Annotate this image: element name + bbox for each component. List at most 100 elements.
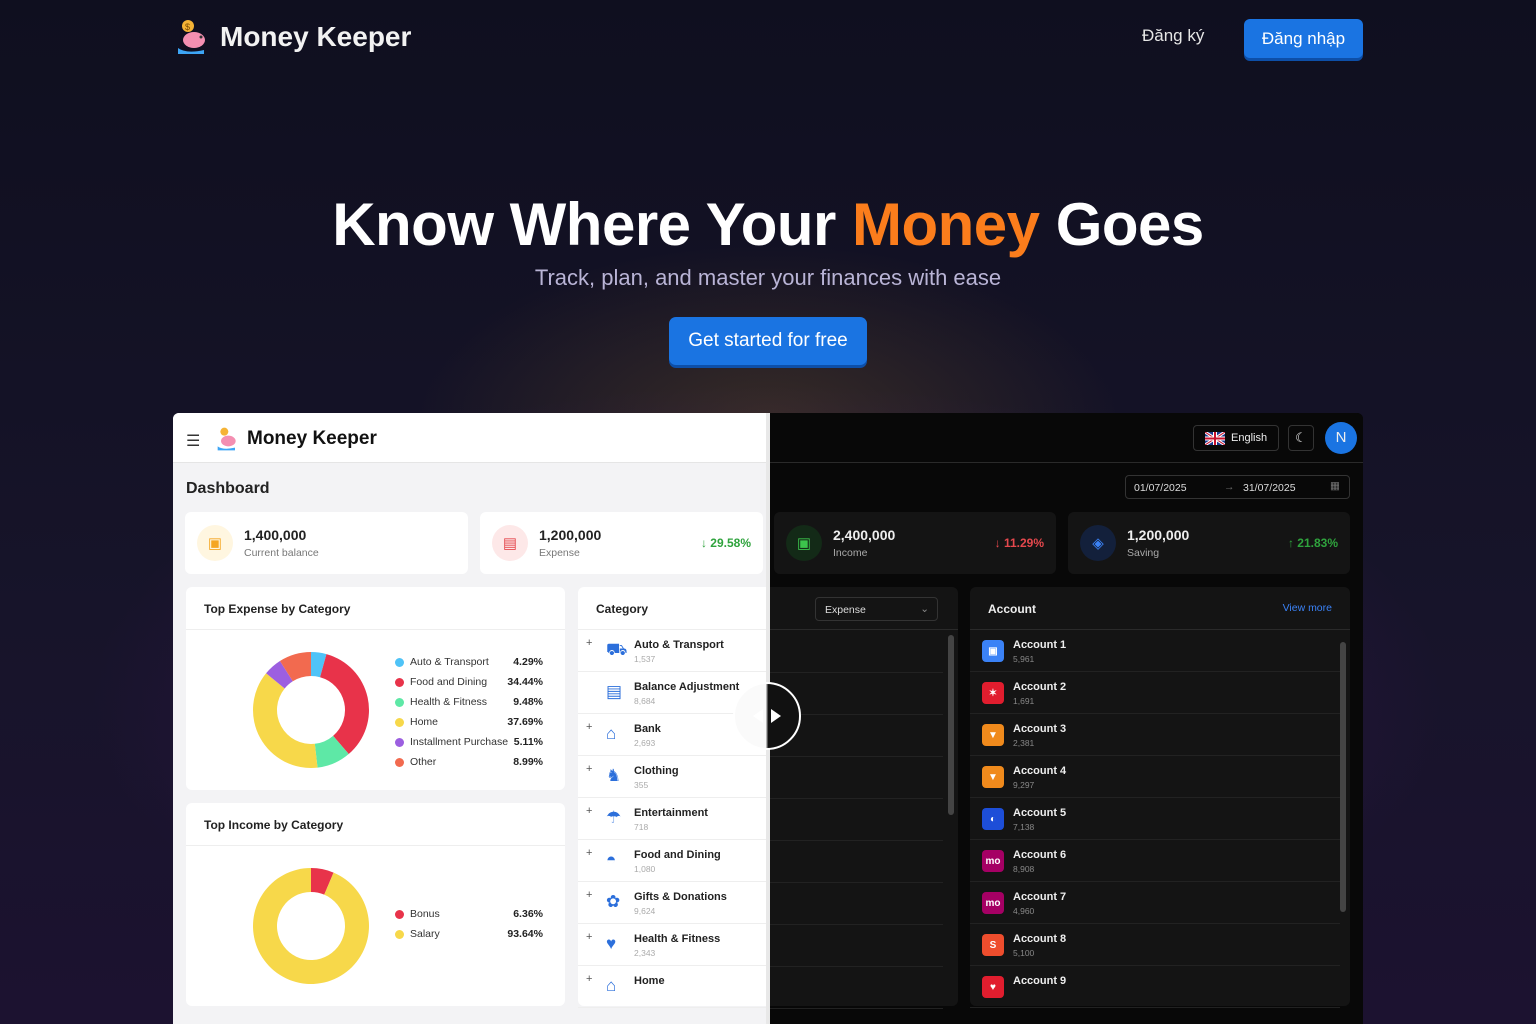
- stat-change: ↓ 11.29%: [995, 536, 1044, 550]
- panel-title: Top Income by Category: [204, 818, 344, 832]
- legend-item[interactable]: Installment Purchase 5.11%: [395, 736, 543, 748]
- stat-label: Saving: [1127, 547, 1160, 559]
- stat-change-value: 29.58%: [710, 536, 751, 550]
- stat-card-saving: ◈ 1,200,000 Saving ↑ 21.83%: [1068, 512, 1350, 574]
- account-item[interactable]: ◐ Account 5 7,138: [970, 798, 1340, 840]
- piggy-bank-icon: $: [178, 20, 205, 54]
- legend-label: Other: [410, 756, 437, 768]
- expand-icon[interactable]: +: [586, 973, 592, 985]
- gift-icon: ✿: [606, 892, 621, 911]
- legend-item[interactable]: Bonus 6.36%: [395, 908, 543, 920]
- compare-slider-handle[interactable]: [733, 682, 801, 750]
- login-button[interactable]: Đăng nhập: [1244, 19, 1363, 58]
- app-brand[interactable]: Money Keeper: [215, 426, 377, 452]
- date-to[interactable]: 31/07/2025: [1243, 482, 1296, 494]
- legend-item[interactable]: Home 37.69%: [395, 716, 543, 728]
- expand-icon[interactable]: +: [586, 889, 592, 901]
- date-range-picker[interactable]: 01/07/2025 → 31/07/2025 ▦: [1125, 475, 1350, 499]
- legend-value: 9.48%: [513, 696, 543, 708]
- chevron-down-icon: ⌄: [920, 603, 929, 615]
- account-item[interactable]: ▣ Account 1 5,961: [970, 630, 1340, 672]
- arrow-down-icon: ↓: [700, 536, 711, 550]
- user-avatar[interactable]: N: [1325, 422, 1357, 454]
- account-balance: 8,908: [1013, 864, 1035, 874]
- row-divider: [768, 840, 943, 841]
- account-balance: 2,381: [1013, 738, 1035, 748]
- scrollbar[interactable]: [948, 635, 954, 815]
- expand-icon[interactable]: +: [586, 637, 592, 649]
- stat-change-value: 11.29%: [1003, 536, 1044, 550]
- category-count: 8,684: [634, 696, 656, 706]
- legend-swatch: [395, 757, 404, 767]
- legend-item[interactable]: Auto & Transport 4.29%: [395, 656, 543, 668]
- account-item[interactable]: mo Account 7 4,960: [970, 882, 1340, 924]
- stat-value: 2,400,000: [833, 527, 896, 543]
- category-item[interactable]: + ☂ Entertainment 718: [578, 798, 768, 840]
- category-item[interactable]: + ◓ Food and Dining 1,080: [578, 840, 768, 882]
- expense-icon: ▤: [492, 525, 528, 561]
- stat-value: 1,400,000: [244, 527, 307, 543]
- expand-icon[interactable]: +: [586, 847, 592, 859]
- language-selector[interactable]: English: [1193, 425, 1279, 451]
- account-name: Account 2: [1013, 681, 1067, 693]
- account-name: Account 3: [1013, 723, 1067, 735]
- view-more-link[interactable]: View more: [1283, 602, 1332, 614]
- dark-theme-preview: English ☾ N 01/07/2025 → 31/07/2025 ▦ ▣ …: [768, 413, 1363, 1024]
- category-count: 9,624: [634, 906, 656, 916]
- legend-value: 93.64%: [507, 928, 543, 940]
- category-name: Food and Dining: [634, 849, 721, 861]
- scrollbar[interactable]: [1340, 642, 1346, 912]
- legend-item[interactable]: Food and Dining 34.44%: [395, 676, 543, 688]
- stat-change-value: 21.83%: [1297, 536, 1338, 550]
- category-count: 1,537: [634, 654, 656, 664]
- account-item[interactable]: ♥ Account 9: [970, 966, 1340, 1008]
- category-type-select[interactable]: Expense ⌄: [815, 597, 938, 621]
- register-button[interactable]: Đăng ký: [1142, 26, 1204, 46]
- shirt-icon: ♞: [606, 766, 622, 785]
- legend-value: 4.29%: [513, 656, 543, 668]
- account-name: Account 1: [1013, 639, 1067, 651]
- legend-item[interactable]: Salary 93.64%: [395, 928, 543, 940]
- legend-swatch: [395, 677, 404, 687]
- legend-label: Home: [410, 716, 439, 728]
- category-name: Balance Adjustment: [634, 681, 740, 693]
- expand-icon[interactable]: +: [586, 721, 592, 733]
- moon-icon: ☾: [1295, 430, 1307, 445]
- divider: [186, 845, 565, 846]
- donut-slice[interactable]: [320, 654, 369, 755]
- momo-icon: mo: [982, 892, 1004, 914]
- legend-item[interactable]: Other 8.99%: [395, 756, 543, 768]
- home-icon: ⌂: [606, 976, 617, 995]
- account-item[interactable]: S Account 8 5,100: [970, 924, 1340, 966]
- category-panel-dark: Expense ⌄: [768, 587, 958, 1009]
- get-started-button[interactable]: Get started for free: [669, 317, 867, 365]
- category-item[interactable]: + ⛟ Auto & Transport 1,537: [578, 630, 768, 672]
- category-item[interactable]: + ♞ Clothing 355: [578, 756, 768, 798]
- category-item[interactable]: + ⌂ Home: [578, 966, 768, 1008]
- account-item[interactable]: ✶ Account 2 1,691: [970, 672, 1340, 714]
- category-item[interactable]: + ♥ Health & Fitness 2,343: [578, 924, 768, 966]
- account-item[interactable]: ▼ Account 4 9,297: [970, 756, 1340, 798]
- donut-slice[interactable]: [253, 868, 369, 984]
- category-name: Gifts & Donations: [634, 891, 727, 903]
- legend-value: 34.44%: [507, 676, 543, 688]
- stat-value: 1,200,000: [539, 527, 602, 543]
- account-item[interactable]: mo Account 6 8,908: [970, 840, 1340, 882]
- account-name: Account 5: [1013, 807, 1067, 819]
- account-item[interactable]: ▼ Account 3 2,381: [970, 714, 1340, 756]
- pay-icon: ♥: [982, 976, 1004, 998]
- hero-title-start: Know Where Your: [332, 191, 853, 258]
- expand-icon[interactable]: +: [586, 805, 592, 817]
- account-name: Account 8: [1013, 933, 1067, 945]
- brand-logo[interactable]: $ Money Keeper: [174, 18, 411, 56]
- hamburger-menu-icon[interactable]: ☰: [186, 431, 200, 451]
- expand-icon[interactable]: +: [586, 931, 592, 943]
- legend-item[interactable]: Health & Fitness 9.48%: [395, 696, 543, 708]
- category-item[interactable]: + ✿ Gifts & Donations 9,624: [578, 882, 768, 924]
- arrow-down-icon: ↓: [994, 536, 1004, 550]
- category-count: 2,343: [634, 948, 656, 958]
- category-panel: Category + ⛟ Auto & Transport 1,537 ▤ Balance…: [578, 587, 768, 1008]
- date-from[interactable]: 01/07/2025: [1134, 482, 1187, 494]
- dark-mode-toggle[interactable]: ☾: [1288, 425, 1314, 451]
- expand-icon[interactable]: +: [586, 763, 592, 775]
